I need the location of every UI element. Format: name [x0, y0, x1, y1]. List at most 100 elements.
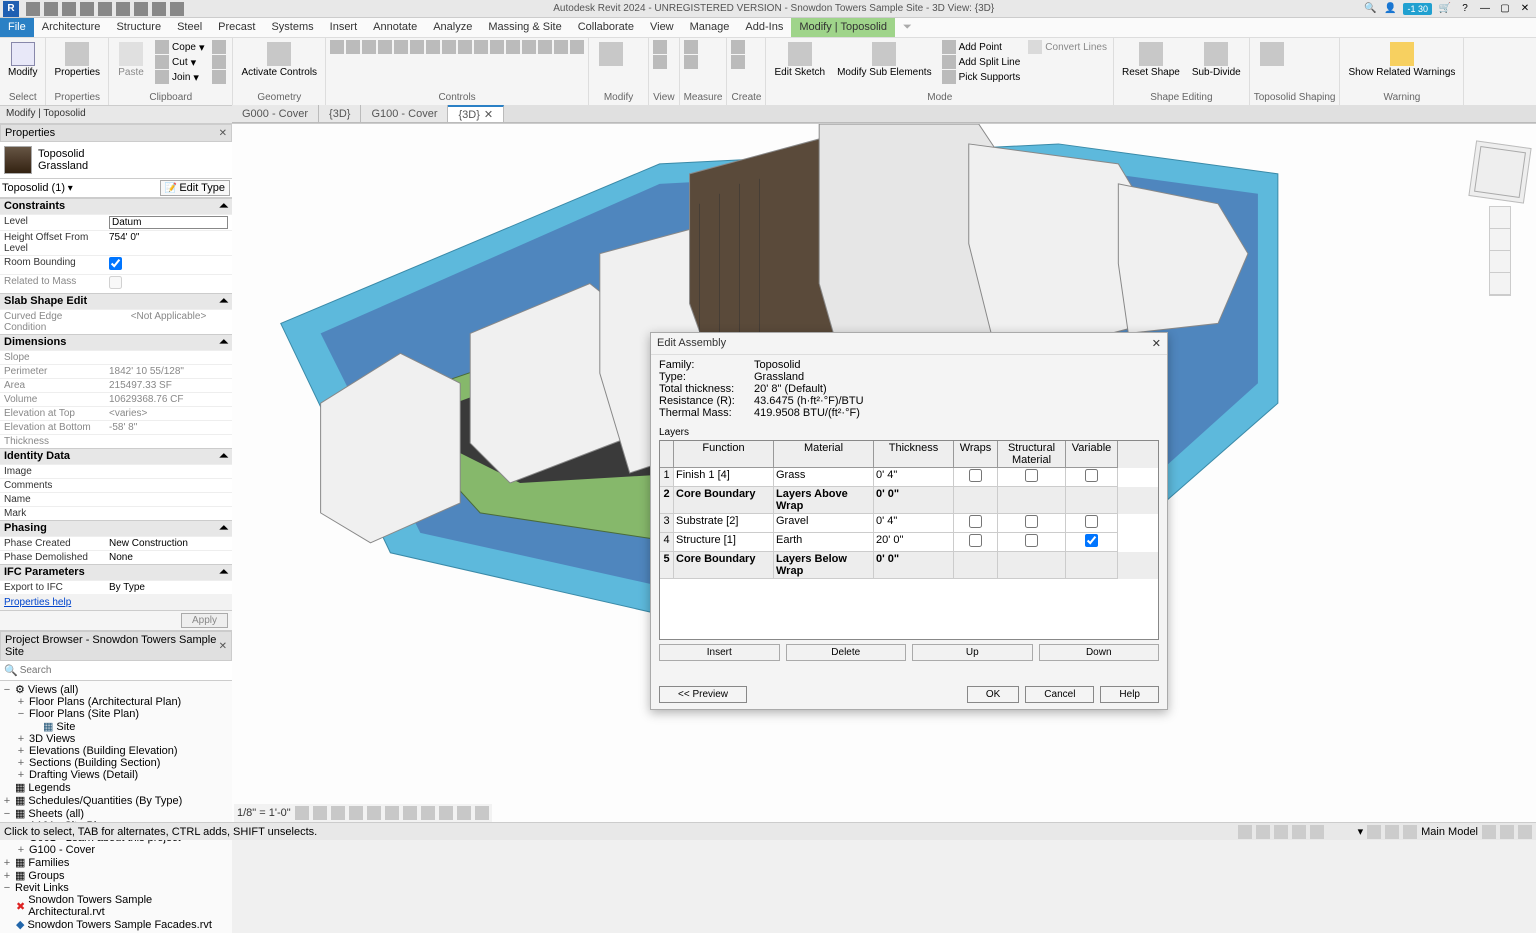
- create-tool-icon[interactable]: [731, 40, 745, 54]
- type-selector[interactable]: ToposolidGrassland: [0, 142, 232, 179]
- shadows-icon[interactable]: [349, 806, 363, 820]
- tab-analyze[interactable]: Analyze: [425, 18, 480, 37]
- qat-redo-icon[interactable]: [98, 2, 112, 16]
- paste-button[interactable]: Paste: [113, 40, 149, 80]
- layer-row[interactable]: 3Substrate [2]Gravel0' 4": [660, 514, 1158, 533]
- variable-checkbox[interactable]: [1085, 534, 1098, 547]
- subdivide-button[interactable]: Sub-Divide: [1188, 40, 1245, 80]
- workset-selector[interactable]: ▾: [1358, 826, 1364, 838]
- warnings-button[interactable]: Show Related Warnings: [1344, 40, 1459, 80]
- modify-tool-icon[interactable]: [538, 40, 552, 54]
- qat-measure-icon[interactable]: [134, 2, 148, 16]
- activate-controls-button[interactable]: Activate Controls: [237, 40, 321, 80]
- tab-insert[interactable]: Insert: [322, 18, 366, 37]
- modify-tool-icon[interactable]: [378, 40, 392, 54]
- struct-mat-checkbox[interactable]: [1025, 515, 1038, 528]
- modify-tool-icon[interactable]: [426, 40, 440, 54]
- tab-addins[interactable]: Add-Ins: [737, 18, 791, 37]
- layers-table[interactable]: Function Material Thickness Wraps Struct…: [659, 440, 1159, 640]
- measure-tool-icon[interactable]: [684, 40, 698, 54]
- instance-selector[interactable]: Toposolid (1) ▾: [2, 182, 160, 194]
- status-icon[interactable]: [1238, 825, 1252, 839]
- maximize-button[interactable]: ▢: [1498, 2, 1512, 16]
- cat-ifc[interactable]: IFC Parameters⏶: [0, 564, 232, 580]
- pick-supports-button[interactable]: Pick Supports: [940, 70, 1023, 84]
- modify-tool-icon[interactable]: [362, 40, 376, 54]
- room-bounding-checkbox[interactable]: [109, 257, 122, 270]
- modify-tool-icon[interactable]: [330, 40, 344, 54]
- clip-icon-3[interactable]: [210, 70, 228, 84]
- qat-home-icon[interactable]: [152, 2, 166, 16]
- qat-sync-icon[interactable]: [62, 2, 76, 16]
- qat-thin-icon[interactable]: [170, 2, 184, 16]
- nav-wheel-icon[interactable]: [1490, 207, 1510, 229]
- modify-tool-icon[interactable]: [410, 40, 424, 54]
- cat-constraints[interactable]: Constraints⏶: [0, 198, 232, 214]
- apply-button[interactable]: Apply: [181, 613, 228, 628]
- wraps-checkbox[interactable]: [969, 469, 982, 482]
- help-button[interactable]: Help: [1100, 686, 1159, 703]
- properties-panel-header[interactable]: Properties✕: [0, 124, 232, 142]
- cut-button[interactable]: Cut ▾: [153, 55, 206, 69]
- nav-pan-icon[interactable]: [1490, 229, 1510, 251]
- reset-shape-button[interactable]: Reset Shape: [1118, 40, 1184, 80]
- tab-view[interactable]: View: [642, 18, 682, 37]
- tab-file[interactable]: File: [0, 18, 34, 37]
- modify-tool-icon[interactable]: [442, 40, 456, 54]
- close-icon[interactable]: ✕: [219, 128, 227, 139]
- modify-tool-icon[interactable]: [394, 40, 408, 54]
- cancel-button[interactable]: Cancel: [1025, 686, 1094, 703]
- doc-tab[interactable]: G100 - Cover: [361, 105, 448, 122]
- tab-manage[interactable]: Manage: [682, 18, 738, 37]
- doc-tab-active[interactable]: {3D}✕: [448, 105, 504, 122]
- layer-row[interactable]: 5Core BoundaryLayers Below Wrap0' 0": [660, 552, 1158, 579]
- variable-checkbox[interactable]: [1085, 469, 1098, 482]
- add-split-button[interactable]: Add Split Line: [940, 55, 1023, 69]
- browser-tree[interactable]: −⚙Views (all) +Floor Plans (Architectura…: [0, 681, 232, 933]
- preview-button[interactable]: << Preview: [659, 686, 747, 703]
- crop-icon[interactable]: [367, 806, 381, 820]
- status-icon[interactable]: [1500, 825, 1514, 839]
- ctrl-icon[interactable]: [439, 806, 453, 820]
- nav-zoom-icon[interactable]: [1490, 251, 1510, 273]
- tab-structure[interactable]: Structure: [108, 18, 169, 37]
- tab-flyout-icon[interactable]: ⏷: [895, 18, 920, 37]
- measure-tool-icon[interactable]: [684, 55, 698, 69]
- view-cube[interactable]: [1468, 140, 1531, 203]
- status-icon[interactable]: [1403, 825, 1417, 839]
- up-button[interactable]: Up: [912, 644, 1033, 661]
- modify-tool-icon[interactable]: [474, 40, 488, 54]
- qat-undo-icon[interactable]: [80, 2, 94, 16]
- cart-icon[interactable]: 🛒: [1438, 2, 1452, 16]
- status-icon[interactable]: [1385, 825, 1399, 839]
- user-icon[interactable]: 👤: [1383, 2, 1397, 16]
- minimize-button[interactable]: —: [1478, 2, 1492, 16]
- struct-mat-checkbox[interactable]: [1025, 534, 1038, 547]
- modify-sub-button[interactable]: Modify Sub Elements: [833, 40, 936, 80]
- reveal-icon[interactable]: [421, 806, 435, 820]
- modify-tool-icon[interactable]: [506, 40, 520, 54]
- modify-button[interactable]: Modify: [4, 40, 41, 80]
- join-button[interactable]: Join ▾: [153, 70, 206, 84]
- ctrl-icon[interactable]: [475, 806, 489, 820]
- add-point-button[interactable]: Add Point: [940, 40, 1023, 54]
- app-icon[interactable]: R: [3, 1, 19, 17]
- modify-tool-icon[interactable]: [490, 40, 504, 54]
- status-icon[interactable]: [1482, 825, 1496, 839]
- ctrl-icon[interactable]: [457, 806, 471, 820]
- layer-row[interactable]: 4Structure [1]Earth20' 0": [660, 533, 1158, 552]
- qat-print-icon[interactable]: [116, 2, 130, 16]
- close-button[interactable]: ✕: [1518, 2, 1532, 16]
- level-field[interactable]: [109, 216, 228, 229]
- status-icon[interactable]: [1310, 825, 1324, 839]
- qat-open-icon[interactable]: [26, 2, 40, 16]
- status-icon[interactable]: [1274, 825, 1288, 839]
- modify-tool-icon[interactable]: [570, 40, 584, 54]
- main-model-label[interactable]: Main Model: [1421, 826, 1478, 838]
- properties-help-link[interactable]: Properties help: [4, 597, 71, 608]
- search-input[interactable]: [18, 663, 228, 678]
- modify-tool-icon[interactable]: [522, 40, 536, 54]
- clip-icon-2[interactable]: [210, 55, 228, 69]
- insert-button[interactable]: Insert: [659, 644, 780, 661]
- tab-systems[interactable]: Systems: [263, 18, 321, 37]
